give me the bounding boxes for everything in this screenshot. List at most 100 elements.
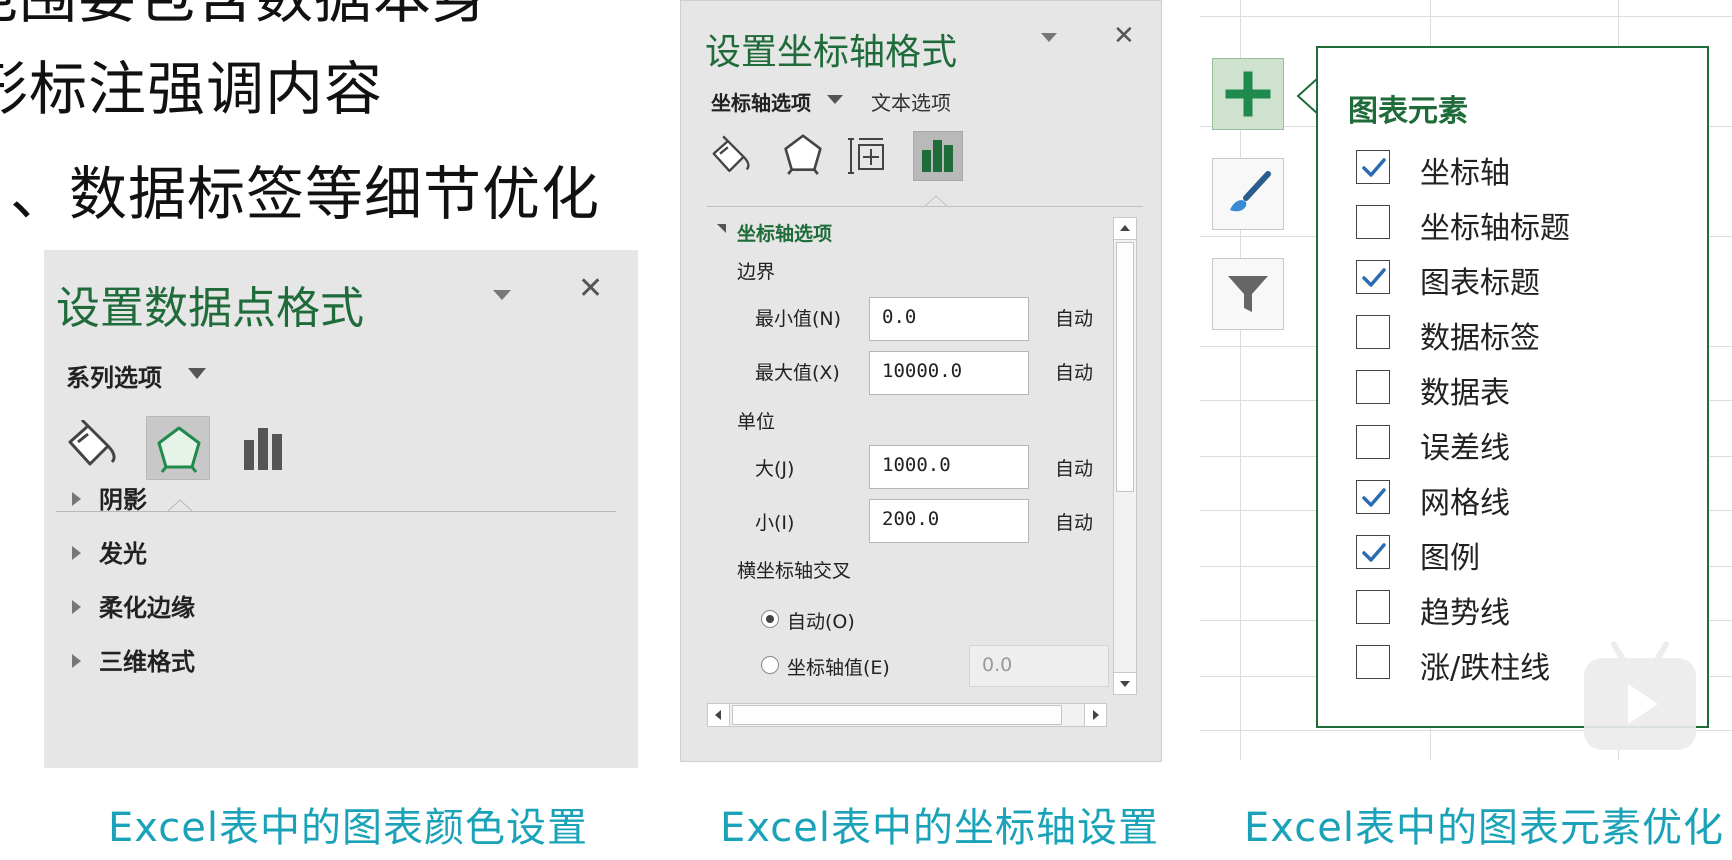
checkmark-icon: [1362, 488, 1386, 507]
checkmark-icon: [1362, 268, 1386, 287]
text-options-tab[interactable]: 文本选项: [871, 87, 951, 116]
vertical-scrollbar[interactable]: [1113, 217, 1137, 695]
bullet-text-3: 、数据标签等细节优化: [10, 160, 601, 228]
checkbox-unchecked[interactable]: [1356, 425, 1390, 459]
selection-caret: [925, 195, 947, 207]
chart-element-label: 网格线: [1420, 486, 1510, 521]
axis-options-section-header[interactable]: 坐标轴选项: [737, 219, 832, 246]
video-play-watermark-icon: [1584, 658, 1696, 750]
brush-icon: [1230, 171, 1271, 212]
minor-unit-auto-button[interactable]: 自动: [1055, 508, 1093, 535]
caption-chart-elements: Excel表中的图表元素优化: [1244, 805, 1724, 851]
radio-axis-value[interactable]: [761, 656, 779, 674]
section-shadow[interactable]: 阴影: [72, 480, 147, 515]
selection-caret: [168, 499, 192, 512]
scroll-down-icon[interactable]: [1114, 672, 1136, 694]
minimum-label: 最小值(N): [755, 308, 842, 330]
chart-filter-button[interactable]: [1212, 258, 1284, 330]
flyout-pointer: [1296, 78, 1318, 114]
checkbox-checked[interactable]: [1356, 260, 1390, 294]
scroll-thumb[interactable]: [1116, 242, 1134, 492]
chart-element-label: 图例: [1420, 541, 1480, 576]
section-label: 阴影: [99, 486, 147, 514]
chart-element-label: 图表标题: [1420, 266, 1540, 301]
caption-chart-color: Excel表中的图表颜色设置: [108, 805, 588, 851]
bounds-label: 边界: [737, 261, 776, 283]
effects-pentagon-icon[interactable]: [146, 416, 210, 480]
radio-auto[interactable]: [761, 610, 779, 628]
size-properties-icon[interactable]: [847, 135, 887, 181]
chart-styles-button[interactable]: [1212, 158, 1284, 230]
chart-element-label: 趋势线: [1420, 596, 1510, 631]
collapse-triangle-icon[interactable]: [717, 224, 726, 233]
checkbox-checked[interactable]: [1356, 535, 1390, 569]
expand-triangle-icon: [72, 654, 81, 668]
scroll-left-icon[interactable]: [708, 704, 730, 726]
pane-title: 设置坐标轴格式: [705, 32, 958, 73]
fill-bucket-icon[interactable]: [709, 135, 753, 181]
format-data-point-pane: 设置数据点格式 ✕ 系列选项 阴影 发光 柔化边缘 三维格式: [44, 250, 638, 768]
section-soft-edges[interactable]: 柔化边缘: [72, 588, 195, 623]
pane-title: 设置数据点格式: [56, 283, 364, 334]
chart-element-label: 坐标轴: [1420, 156, 1510, 191]
checkbox-unchecked[interactable]: [1356, 590, 1390, 624]
maximum-auto-button[interactable]: 自动: [1055, 358, 1093, 385]
filter-icon: [1228, 276, 1268, 312]
horizontal-axis-crosses-label: 横坐标轴交叉: [737, 560, 852, 582]
minor-unit-label: 小(I): [755, 512, 795, 534]
play-icon: [1628, 684, 1658, 724]
axis-options-tab[interactable]: 坐标轴选项: [711, 87, 811, 116]
minor-unit-field[interactable]: 200.0: [869, 499, 1029, 543]
add-chart-element-button[interactable]: [1212, 58, 1284, 130]
minimum-field[interactable]: 0.0: [869, 297, 1029, 341]
section-3d-format[interactable]: 三维格式: [72, 642, 195, 677]
plus-icon: [1225, 71, 1271, 117]
expand-triangle-icon: [72, 492, 81, 506]
minimum-auto-button[interactable]: 自动: [1055, 304, 1093, 331]
close-icon[interactable]: ✕: [1113, 23, 1135, 49]
section-label: 三维格式: [99, 648, 195, 676]
major-unit-auto-button[interactable]: 自动: [1055, 454, 1093, 481]
major-unit-field[interactable]: 1000.0: [869, 445, 1029, 489]
bullet-text-1: 范围要包含数据本身: [0, 0, 491, 26]
checkbox-checked[interactable]: [1356, 150, 1390, 184]
scroll-right-icon[interactable]: [1084, 704, 1106, 726]
pane-options-dropdown-icon[interactable]: [493, 290, 511, 300]
scroll-thumb[interactable]: [732, 705, 1062, 725]
series-options-tab[interactable]: 系列选项: [66, 358, 162, 393]
checkbox-unchecked[interactable]: [1356, 370, 1390, 404]
maximum-field[interactable]: 10000.0: [869, 351, 1029, 395]
horizontal-scrollbar[interactable]: [707, 703, 1107, 727]
close-icon[interactable]: ✕: [578, 274, 603, 304]
section-label: 发光: [99, 540, 147, 568]
flyout-title: 图表元素: [1348, 94, 1468, 129]
checkmark-icon: [1362, 158, 1386, 177]
chart-element-label: 数据表: [1420, 376, 1510, 411]
radio-axis-value-label[interactable]: 坐标轴值(E): [787, 653, 890, 680]
radio-auto-label[interactable]: 自动(O): [787, 607, 855, 634]
checkbox-unchecked[interactable]: [1356, 315, 1390, 349]
expand-triangle-icon: [72, 600, 81, 614]
chart-elements-flyout: 图表元素 坐标轴 坐标轴标题 图表标题 数据标签 数据表 误差线 网格线 图例 趋势线 涨/跌柱线: [1316, 46, 1709, 728]
bullet-text-2: 形标注强调内容: [0, 55, 384, 123]
major-unit-label: 大(J): [755, 458, 795, 480]
series-options-icon[interactable]: [242, 424, 286, 474]
checkbox-unchecked[interactable]: [1356, 645, 1390, 679]
pane-options-dropdown-icon[interactable]: [1041, 33, 1057, 42]
checkbox-checked[interactable]: [1356, 480, 1390, 514]
chart-element-label: 误差线: [1420, 431, 1510, 466]
checkbox-unchecked[interactable]: [1356, 205, 1390, 239]
chevron-down-icon[interactable]: [188, 368, 206, 379]
checkmark-icon: [1362, 543, 1386, 562]
chevron-down-icon[interactable]: [827, 95, 843, 104]
expand-triangle-icon: [72, 546, 81, 560]
effects-pentagon-icon[interactable]: [783, 133, 823, 179]
section-label: 柔化边缘: [99, 594, 195, 622]
scroll-up-icon[interactable]: [1114, 218, 1136, 240]
fill-bucket-icon[interactable]: [64, 418, 120, 474]
axis-options-icon[interactable]: [913, 131, 963, 181]
format-axis-pane: 设置坐标轴格式 ✕ 坐标轴选项 文本选项 坐标轴选项 边界 最小值(N) 0.0…: [680, 0, 1162, 762]
caption-axis-settings: Excel表中的坐标轴设置: [720, 805, 1159, 851]
axis-value-field[interactable]: 0.0: [969, 645, 1109, 687]
section-glow[interactable]: 发光: [72, 534, 147, 569]
